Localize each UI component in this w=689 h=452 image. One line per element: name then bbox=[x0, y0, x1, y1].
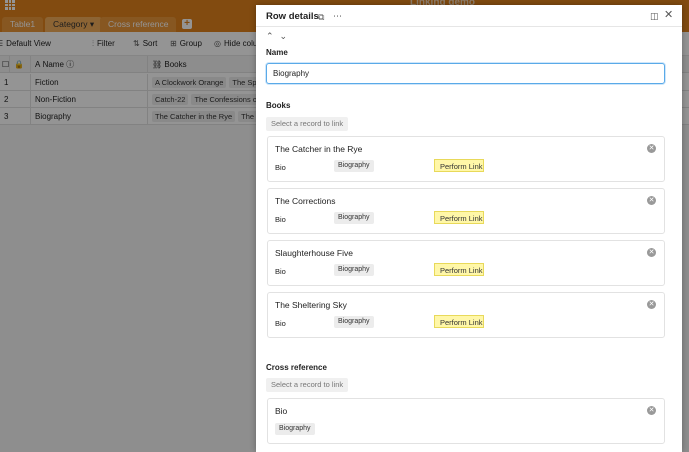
copy-icon[interactable]: ⧉ bbox=[318, 12, 324, 22]
more-icon[interactable]: ⋯ bbox=[333, 11, 342, 21]
chevron-down-icon[interactable]: ⌄ bbox=[280, 31, 288, 41]
linked-record-card[interactable]: Bio ✕ Biography bbox=[267, 398, 665, 444]
linked-record-card[interactable]: The Sheltering Sky ✕ Bio Biography Perfo… bbox=[267, 292, 665, 338]
name-input[interactable] bbox=[266, 63, 665, 84]
record-title: Slaughterhouse Five bbox=[275, 248, 353, 258]
row-navigation: ⌃ ⌄ bbox=[266, 31, 293, 42]
linked-record-card[interactable]: The Corrections ✕ Bio Biography Perform … bbox=[267, 188, 665, 234]
record-title: Bio bbox=[275, 406, 288, 416]
remove-link-icon[interactable]: ✕ bbox=[647, 406, 656, 415]
record-field-label: Bio bbox=[275, 163, 286, 172]
select-record-button-cross[interactable]: Select a record to link bbox=[266, 378, 349, 392]
remove-link-icon[interactable]: ✕ bbox=[647, 144, 656, 153]
perform-link-button[interactable]: Perform Link bbox=[434, 159, 484, 172]
chevron-up-icon[interactable]: ⌃ bbox=[266, 31, 274, 41]
field-label-cross-reference: Cross reference bbox=[266, 363, 327, 372]
linked-record-card[interactable]: Slaughterhouse Five ✕ Bio Biography Perf… bbox=[267, 240, 665, 286]
remove-link-icon[interactable]: ✕ bbox=[647, 300, 656, 309]
record-chip: Biography bbox=[334, 316, 374, 328]
record-field-label: Bio bbox=[275, 267, 286, 276]
remove-link-icon[interactable]: ✕ bbox=[647, 196, 656, 205]
record-title: The Sheltering Sky bbox=[275, 300, 347, 310]
record-chip: Biography bbox=[334, 264, 374, 276]
perform-link-button[interactable]: Perform Link bbox=[434, 263, 484, 276]
field-label-name: Name bbox=[266, 48, 288, 57]
record-field-label: Bio bbox=[275, 319, 286, 328]
perform-link-button[interactable]: Perform Link bbox=[434, 315, 484, 328]
select-record-button-books[interactable]: Select a record to link bbox=[266, 117, 349, 131]
field-label-books: Books bbox=[266, 101, 291, 110]
record-title: The Corrections bbox=[275, 196, 336, 206]
panel-title: Row details bbox=[266, 11, 319, 22]
record-field-label: Bio bbox=[275, 215, 286, 224]
record-title: The Catcher in the Rye bbox=[275, 144, 363, 154]
record-chip: Biography bbox=[334, 212, 374, 224]
expand-icon[interactable]: ◫ bbox=[650, 11, 659, 21]
perform-link-button[interactable]: Perform Link bbox=[434, 211, 484, 224]
close-icon[interactable]: ✕ bbox=[664, 10, 673, 21]
record-chip: Biography bbox=[334, 160, 374, 172]
record-chip: Biography bbox=[275, 423, 315, 435]
row-details-panel: Row details ⧉ ⋯ ◫ ✕ ⌃⌄ Name Books Select… bbox=[256, 5, 682, 452]
panel-header: Row details ⧉ ⋯ ◫ ✕ bbox=[256, 5, 682, 27]
remove-link-icon[interactable]: ✕ bbox=[647, 248, 656, 257]
linked-record-card[interactable]: The Catcher in the Rye ✕ Bio Biography P… bbox=[267, 136, 665, 182]
